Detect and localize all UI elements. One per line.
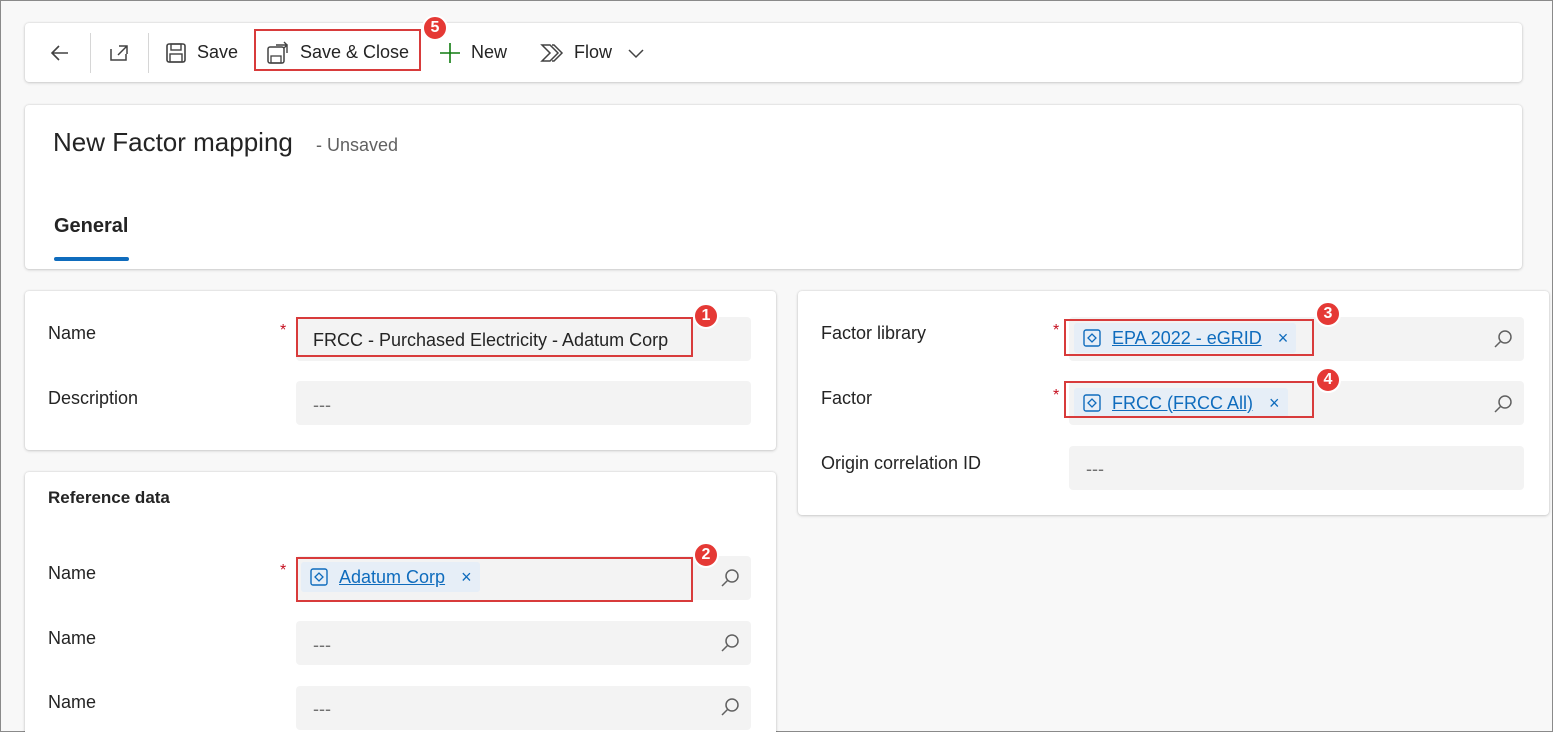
flow-label: Flow	[574, 42, 613, 62]
callout-box-4	[1064, 381, 1314, 418]
name-label: Name	[48, 323, 97, 343]
reference-name-lookup[interactable]	[296, 621, 751, 665]
reference-data-title: Reference data	[48, 488, 170, 507]
save-status: - Unsaved	[316, 135, 399, 155]
callout-box-1	[296, 317, 693, 357]
required-marker: *	[280, 322, 287, 339]
general-section: Name * FRCC - Purchased Electricity - Ad…	[25, 291, 776, 450]
required-marker: *	[280, 562, 287, 579]
chevron-down-icon	[628, 48, 644, 58]
description-label: Description	[48, 388, 139, 408]
factor-label: Factor	[821, 388, 873, 408]
required-marker: *	[1053, 322, 1060, 339]
lookup-search-icon[interactable]	[719, 632, 741, 654]
lookup-placeholder: ---	[313, 699, 331, 719]
callout-badge-3: 3	[1315, 301, 1341, 327]
page-title: New Factor mapping	[53, 127, 293, 157]
reference-name-label: Name	[48, 563, 97, 583]
description-input[interactable]	[296, 381, 751, 425]
origin-correlation-id-input[interactable]	[1069, 446, 1524, 490]
lookup-search-icon[interactable]	[719, 567, 741, 589]
toolbar-divider	[90, 33, 91, 73]
lookup-search-icon[interactable]	[1492, 328, 1514, 350]
reference-name-label: Name	[48, 692, 97, 712]
callout-box-5	[254, 29, 421, 71]
open-new-window-icon	[110, 44, 128, 61]
save-icon	[166, 42, 186, 63]
callout-badge-1: 1	[693, 303, 719, 329]
description-placeholder: ---	[313, 395, 331, 415]
flow-icon	[540, 43, 564, 62]
lookup-search-icon[interactable]	[719, 696, 741, 718]
lookup-search-icon[interactable]	[1492, 393, 1514, 415]
reference-name-label: Name	[48, 628, 97, 648]
callout-badge-5: 5	[422, 15, 448, 41]
toolbar-divider	[148, 33, 149, 73]
new-button[interactable]: New	[439, 23, 507, 82]
command-bar: Save Save & Close New Flow	[25, 23, 1522, 82]
plus-icon	[440, 42, 460, 63]
callout-badge-4: 4	[1315, 367, 1341, 393]
reference-data-section: Reference data Name * Adatum Corp × Name…	[25, 472, 776, 732]
flow-button[interactable]: Flow	[540, 23, 612, 82]
back-arrow-icon	[50, 44, 68, 61]
reference-name-lookup[interactable]	[296, 686, 751, 730]
form-header: New Factor mapping - Unsaved General	[25, 105, 1522, 269]
open-in-new-window-button[interactable]	[108, 23, 130, 82]
lookup-placeholder: ---	[313, 635, 331, 655]
origin-correlation-id-label: Origin correlation ID	[821, 453, 982, 473]
tab-selected-indicator	[54, 257, 129, 261]
required-marker: *	[1053, 387, 1060, 404]
callout-box-2	[296, 557, 693, 602]
save-button[interactable]: Save	[165, 23, 238, 82]
tab-general[interactable]: General	[54, 215, 128, 238]
back-button[interactable]	[49, 23, 71, 82]
save-label: Save	[197, 42, 239, 62]
callout-badge-2: 2	[693, 542, 719, 568]
factor-library-label: Factor library	[821, 323, 927, 343]
flow-dropdown-button[interactable]	[627, 23, 645, 82]
origin-correlation-id-placeholder: ---	[1086, 459, 1104, 479]
callout-box-3	[1064, 319, 1314, 356]
new-label: New	[471, 42, 508, 62]
